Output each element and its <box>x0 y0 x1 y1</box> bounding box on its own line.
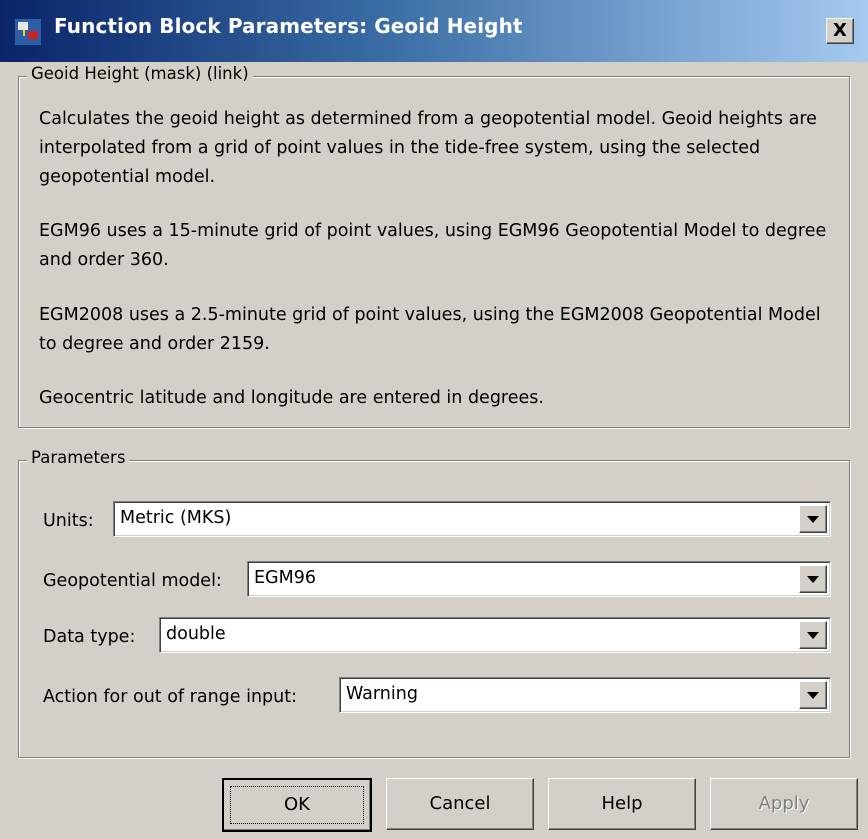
ok-button[interactable]: OK <box>222 778 372 832</box>
parameters-groupbox: Parameters Units: Metric (MKS) Geopotent… <box>18 448 850 758</box>
description-paragraph-3: EGM2008 uses a 2.5-minute grid of point … <box>39 305 821 354</box>
dialog-window: Function Block Parameters: Geoid Height … <box>0 0 868 839</box>
geopotential-model-label: Geopotential model: <box>43 571 222 591</box>
description-paragraph-2: EGM96 uses a 15-minute grid of point val… <box>39 221 827 270</box>
description-legend: Geoid Height (mask) (link) <box>27 64 253 83</box>
chevron-down-icon[interactable] <box>799 681 827 709</box>
data-type-value: double <box>166 624 226 644</box>
out-of-range-action-label: Action for out of range input: <box>43 687 298 707</box>
description-groupbox: Geoid Height (mask) (link) Calculates th… <box>18 64 850 428</box>
out-of-range-action-dropdown[interactable]: Warning <box>339 677 831 713</box>
chevron-down-icon[interactable] <box>799 621 827 649</box>
help-button-label: Help <box>601 793 643 814</box>
window-title: Function Block Parameters: Geoid Height <box>54 14 523 38</box>
chevron-down-icon[interactable] <box>799 565 827 593</box>
title-bar[interactable]: Function Block Parameters: Geoid Height … <box>0 0 868 62</box>
help-button[interactable]: Help <box>548 778 696 830</box>
cancel-button[interactable]: Cancel <box>386 778 534 830</box>
apply-button-label: Apply <box>758 793 810 814</box>
description-paragraph-4: Geocentric latitude and longitude are en… <box>39 388 544 408</box>
units-value: Metric (MKS) <box>120 508 232 528</box>
chevron-down-icon[interactable] <box>799 505 827 533</box>
units-label: Units: <box>43 511 94 531</box>
out-of-range-action-value: Warning <box>346 684 418 704</box>
close-button[interactable]: X <box>826 18 854 44</box>
data-type-dropdown[interactable]: double <box>159 617 831 653</box>
close-icon: X <box>833 20 847 41</box>
data-type-label: Data type: <box>43 627 136 647</box>
parameters-legend: Parameters <box>27 448 130 467</box>
simulink-block-icon <box>14 18 42 46</box>
geopotential-model-dropdown[interactable]: EGM96 <box>247 561 831 597</box>
units-dropdown[interactable]: Metric (MKS) <box>113 501 831 537</box>
focus-rectangle <box>230 786 364 824</box>
geopotential-model-value: EGM96 <box>254 568 316 588</box>
description-paragraph-1: Calculates the geoid height as determine… <box>39 109 817 187</box>
cancel-button-label: Cancel <box>429 793 491 814</box>
apply-button[interactable]: Apply <box>710 778 858 830</box>
